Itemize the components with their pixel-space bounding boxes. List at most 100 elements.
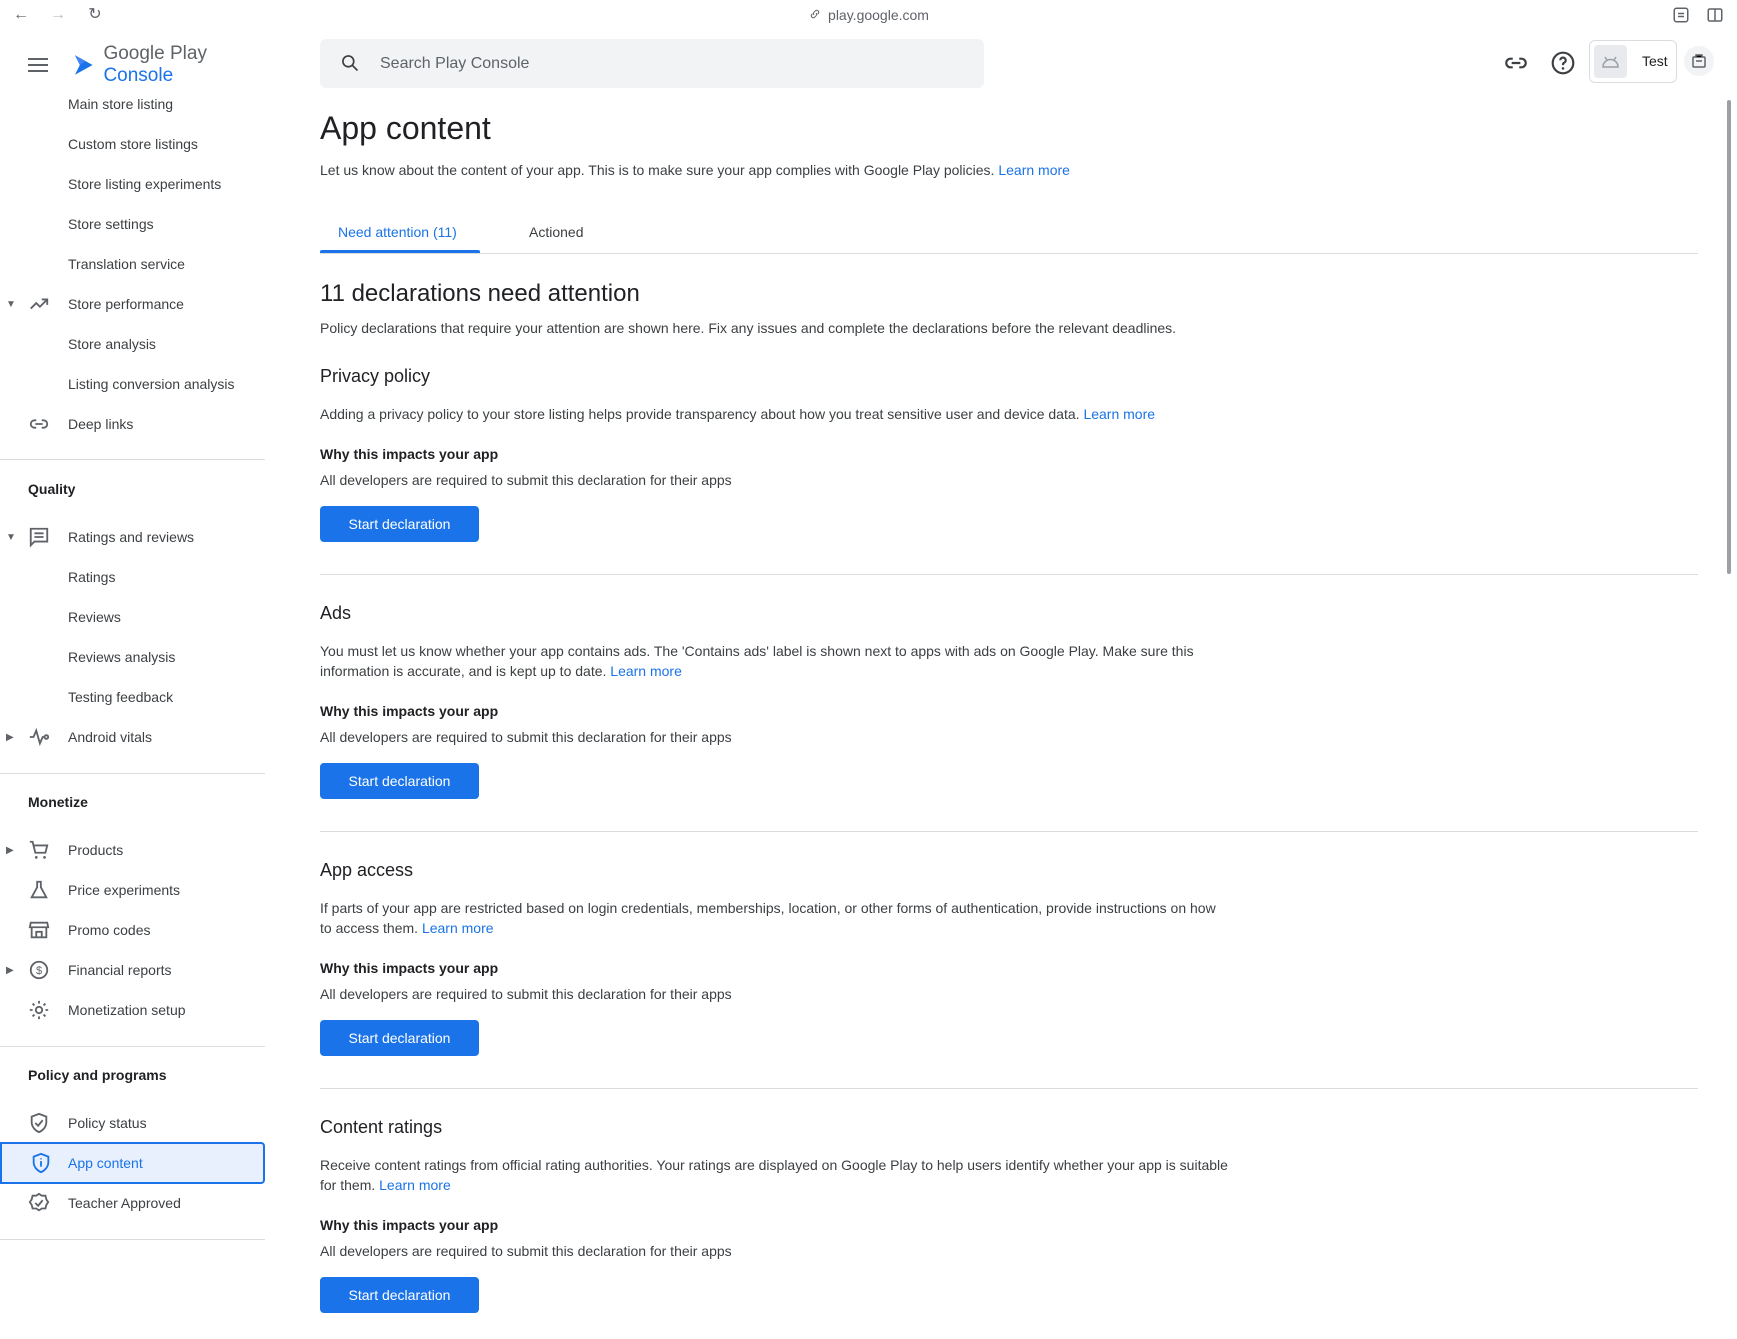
caret-down-icon[interactable]: ▼ [6, 532, 16, 543]
tab-actioned[interactable]: Actioned [511, 224, 601, 254]
sidebar-item-monetization-setup[interactable]: Monetization setup [0, 990, 265, 1030]
sidebar-item-deep-links[interactable]: Deep links [0, 404, 265, 444]
sidebar-item-reviews-analysis[interactable]: Reviews analysis [0, 637, 265, 677]
sidebar-item-label: Deep links [68, 416, 134, 432]
brand-product: Console [103, 65, 174, 86]
learn-more-link[interactable]: Learn more [610, 663, 682, 679]
sidebar-item-label: Custom store listings [68, 136, 198, 152]
shield-info-icon [32, 1152, 50, 1174]
address-bar[interactable]: play.google.com [0, 7, 1737, 23]
start-declaration-button[interactable]: Start declaration [320, 506, 479, 542]
sidebar-item-store-analysis[interactable]: Store analysis [0, 324, 265, 364]
search-icon[interactable] [340, 53, 360, 73]
app-switcher-button[interactable] [1684, 46, 1714, 76]
why-impacts-label: Why this impacts your app [320, 446, 499, 462]
sidebar-item-android-vitals[interactable]: ▶ Android vitals [0, 717, 265, 757]
search-input[interactable] [380, 51, 960, 77]
declaration-title: App access [320, 860, 414, 880]
sidebar-item-store-listing-experiments[interactable]: Store listing experiments [0, 164, 265, 204]
sidebar-item-label: Ratings [68, 569, 116, 585]
sidebar-item-label: Store settings [68, 216, 154, 232]
caret-right-icon[interactable]: ▶ [6, 732, 16, 743]
learn-more-link[interactable]: Learn more [998, 162, 1070, 178]
sidebar-item-label: Android vitals [68, 729, 153, 745]
start-declaration-button[interactable]: Start declaration [320, 763, 479, 799]
sidebar-item-app-content[interactable]: App content [0, 1142, 265, 1184]
trending-up-icon [30, 298, 49, 310]
learn-more-link[interactable]: Learn more [1083, 406, 1155, 422]
reviews-icon [29, 527, 49, 548]
sidebar-item-promo-codes[interactable]: Promo codes [0, 910, 265, 950]
sidebar-item-financial-reports[interactable]: ▶ $ Financial reports [0, 950, 265, 990]
start-declaration-button[interactable]: Start declaration [320, 1277, 479, 1313]
link-icon[interactable] [1503, 50, 1529, 76]
start-declaration-button[interactable]: Start declaration [320, 1020, 479, 1056]
learn-more-link[interactable]: Learn more [379, 1177, 451, 1193]
vitals-icon [29, 727, 50, 747]
sidebar-divider [0, 459, 265, 460]
caret-down-icon[interactable]: ▼ [6, 299, 16, 310]
declaration-title: Content ratings [320, 1117, 443, 1137]
sidebar-item-label: Products [68, 842, 124, 858]
why-impacts-text: All developers are required to submit th… [320, 472, 732, 488]
sidebar-divider [0, 773, 265, 774]
sidebar-item-label: Policy status [68, 1115, 147, 1131]
learn-more-link[interactable]: Learn more [422, 920, 494, 936]
sidebar-toggle-icon[interactable] [1706, 6, 1724, 24]
caret-right-icon[interactable]: ▶ [6, 965, 16, 976]
section-heading-quality: Quality [28, 481, 76, 497]
section-heading: 11 declarations need attention [320, 280, 640, 307]
sidebar-item-products[interactable]: ▶ Products [0, 830, 265, 870]
sidebar-item-main-store-listing[interactable]: Main store listing [0, 84, 265, 124]
account-label: Test [1642, 53, 1668, 69]
sidebar-item-teacher-approved[interactable]: Teacher Approved [0, 1183, 265, 1223]
section-heading-policy: Policy and programs [28, 1067, 167, 1083]
sidebar-item-label: Reviews analysis [68, 649, 176, 665]
why-impacts-text: All developers are required to submit th… [320, 729, 732, 745]
dollar-circle-icon: $ [29, 960, 49, 980]
brand-name: Google Play [103, 43, 207, 64]
sidebar-item-ratings[interactable]: Ratings [0, 557, 265, 597]
account-switcher-button[interactable]: Test [1589, 40, 1677, 83]
url-text: play.google.com [828, 7, 929, 23]
sidebar-item-label: Store performance [68, 296, 184, 312]
declaration-title: Privacy policy [320, 366, 431, 386]
sidebar-item-store-settings[interactable]: Store settings [0, 204, 265, 244]
sidebar-item-label: Ratings and reviews [68, 529, 195, 545]
page-description-text: Let us know about the content of your ap… [320, 162, 995, 178]
extensions-icon[interactable] [1672, 6, 1690, 24]
sidebar-item-testing-feedback[interactable]: Testing feedback [0, 677, 265, 717]
search-bar [320, 39, 984, 88]
sidebar-item-label: Price experiments [68, 882, 181, 898]
sidebar-item-store-performance[interactable]: ▼ Store performance [0, 284, 265, 324]
sidebar-item-reviews[interactable]: Reviews [0, 597, 265, 637]
sidebar-item-price-experiments[interactable]: Price experiments [0, 870, 265, 910]
scrollbar[interactable] [1727, 100, 1731, 574]
why-impacts-text: All developers are required to submit th… [320, 986, 732, 1002]
google-play-logo-icon [74, 55, 93, 75]
declaration-description-text: You must let us know whether your app co… [320, 643, 1194, 679]
sidebar-item-translation-service[interactable]: Translation service [0, 244, 265, 284]
declaration-description-text: Adding a privacy policy to your store li… [320, 406, 1080, 422]
sidebar-item-listing-conversion-analysis[interactable]: Listing conversion analysis [0, 364, 265, 404]
gear-icon [29, 1000, 49, 1020]
card-divider [320, 1088, 1698, 1089]
sidebar-item-custom-store-listings[interactable]: Custom store listings [0, 124, 265, 164]
sidebar-item-ratings-and-reviews[interactable]: ▼ Ratings and reviews [0, 517, 265, 557]
app-avatar [1594, 45, 1627, 78]
flask-icon [30, 880, 48, 899]
menu-icon[interactable] [28, 57, 48, 73]
sidebar-item-label: Financial reports [68, 962, 172, 978]
page-description: Let us know about the content of your ap… [320, 162, 1070, 178]
help-icon[interactable] [1550, 50, 1576, 76]
brand: Google Play Console [28, 43, 265, 86]
why-impacts-label: Why this impacts your app [320, 703, 499, 719]
caret-right-icon[interactable]: ▶ [6, 845, 16, 856]
sidebar-item-label: Store analysis [68, 336, 156, 352]
badge-check-icon [28, 1192, 50, 1212]
section-subheading: Policy declarations that require your at… [320, 320, 1177, 336]
sidebar-item-policy-status[interactable]: Policy status [0, 1103, 265, 1143]
sidebar-item-label: Reviews [68, 609, 121, 625]
card-divider [320, 831, 1698, 832]
brand-title[interactable]: Google Play Console [103, 43, 265, 87]
